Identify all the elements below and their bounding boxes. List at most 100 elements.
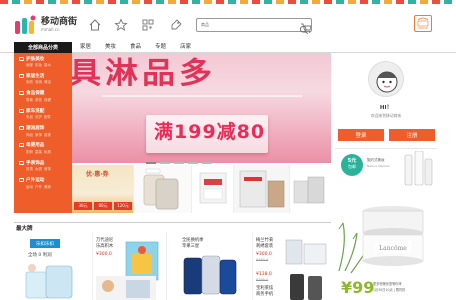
- home-icon[interactable]: [88, 17, 102, 31]
- product-tile[interactable]: 全民换机季 苹果三星: [182, 238, 238, 250]
- category-item[interactable]: 潮流居饰 饰品 家饰 香薰: [14, 123, 72, 140]
- category-icon: [19, 160, 24, 165]
- carousel-dots: [146, 162, 216, 164]
- top-stripe: [0, 0, 456, 4]
- cream-jar-image: Lancôme: [338, 206, 424, 274]
- phones-product-image: [183, 255, 237, 295]
- welcome-text: 欢迎来到移动商街: [370, 113, 402, 118]
- carousel-dot[interactable]: [160, 162, 170, 164]
- side-ad-price: ¥99: [341, 278, 375, 297]
- coupon-promo[interactable]: 优·惠·券 30元 80元 120元: [72, 165, 134, 213]
- category-icon: [19, 73, 24, 78]
- coupon-label: 包邮: [348, 164, 356, 169]
- coupon-promo-title: 优·惠·券: [86, 171, 109, 178]
- nav-tab-food[interactable]: 食品: [130, 43, 141, 52]
- towel-product-image: [199, 172, 227, 204]
- tile-title: 全民换机季 苹果三星: [182, 238, 204, 249]
- side-ad-subtitle: Nature Mention: [367, 164, 391, 168]
- tile-title: 宝利莱炫 商务手机: [256, 286, 274, 297]
- banner-headline: 具淋品多: [72, 55, 216, 91]
- kitchen-product-image: [25, 264, 73, 299]
- side-ad-note: 更多惊爆优惠等你来: [373, 282, 402, 286]
- carousel-dot[interactable]: [188, 162, 198, 164]
- hero-banner[interactable]: 具淋品多 满199减80: [72, 53, 331, 163]
- nav-tab-beauty[interactable]: 美妆: [105, 43, 116, 52]
- price-tag: ¥138.0 ¥399.0: [256, 270, 282, 282]
- category-item[interactable]: 母婴用品 奶粉 童装 玩具: [14, 140, 72, 157]
- business-phone-image: [290, 274, 322, 300]
- banner-band: [102, 95, 302, 97]
- carousel-dot[interactable]: [202, 162, 212, 164]
- nav-tabs: 家居 美妆 食品 专题 店家: [80, 43, 205, 52]
- product-tile[interactable]: 宝利莱炫 商务手机: [256, 286, 282, 298]
- tile-divider: [252, 232, 253, 300]
- category-item[interactable]: 手表饰品 男表 女表 首饰: [14, 157, 72, 174]
- register-button[interactable]: 注册: [389, 129, 435, 141]
- category-item[interactable]: 户外运动 运动 户外 健身: [14, 175, 72, 192]
- brand-promo-text: 全场 0 利润: [28, 253, 52, 258]
- category-icon: [19, 91, 24, 96]
- ishop-badge[interactable]: iSHOP: [414, 15, 432, 32]
- nav-tab-home[interactable]: 家居: [80, 43, 91, 52]
- tile-old-price: ¥399.0: [256, 278, 269, 282]
- boxes-product-image: [293, 176, 325, 204]
- carousel-dot[interactable]: [146, 162, 156, 164]
- phone-product-image: [143, 168, 179, 210]
- star-icon[interactable]: [114, 17, 128, 31]
- tile-price: ¥300.0: [256, 252, 272, 257]
- logo-name: 移动商街: [41, 17, 78, 27]
- side-product-ad[interactable]: Lancôme ¥99 更多惊爆优惠等你来 1月30日10点 | 限时抢: [331, 193, 441, 297]
- avatar[interactable]: [368, 61, 404, 97]
- coupon-card[interactable]: 80元: [94, 202, 112, 210]
- appliance-product-image: [239, 170, 285, 208]
- search-box[interactable]: 商品: [196, 18, 312, 35]
- category-item[interactable]: 家车洗配 车品 洗护 配件: [14, 105, 72, 122]
- category-item[interactable]: 护肤美妆 面部 彩妆 香水: [14, 53, 72, 70]
- greeting: HI！: [379, 105, 393, 111]
- category-icon: [19, 178, 24, 183]
- side-ad-date: 1月30日10点 | 限时抢: [373, 288, 406, 292]
- qrcode-icon[interactable]: [141, 17, 155, 31]
- panel-divider: [335, 148, 437, 149]
- coupon-card[interactable]: 120元: [114, 202, 132, 210]
- embroidery-product-image: [285, 239, 327, 265]
- towel-promo[interactable]: [192, 165, 234, 213]
- coupon-card[interactable]: 30元: [74, 202, 92, 210]
- free-shipping-coupon[interactable]: 5元 包邮: [341, 154, 363, 176]
- category-item[interactable]: 家居生活 家纺 收纳 清洁: [14, 70, 72, 87]
- login-button[interactable]: 登录: [338, 129, 384, 141]
- boxes-promo[interactable]: [290, 165, 331, 213]
- nav-tab-stores[interactable]: 店家: [180, 43, 191, 52]
- appliance-promo[interactable]: [234, 165, 290, 213]
- svg-text:Lancôme: Lancôme: [379, 245, 407, 252]
- category-sidebar: 护肤美妆 面部 彩妆 香水 家居生活 家纺 收纳 清洁 食品保健 零食 茶饮 保健 家车洗配…: [14, 53, 72, 213]
- product-tile[interactable]: 梅兰竹菊 刺绣套装 ¥300.0 ¥380.0: [256, 238, 282, 262]
- category-item[interactable]: 食品保健 零食 茶饮 保健: [14, 88, 72, 105]
- section-divider: [14, 222, 331, 223]
- all-categories-head[interactable]: 全部商品分类: [14, 42, 72, 53]
- banner-sale-text: 满199减80: [154, 121, 266, 143]
- cosmetic-bottles-image: [404, 151, 433, 186]
- carousel-dot[interactable]: [174, 162, 184, 164]
- phone-promo[interactable]: [134, 165, 192, 213]
- tile-price: ¥138.0: [256, 272, 272, 277]
- brand-tag[interactable]: 乐扣乐扣: [30, 239, 60, 248]
- tile-price: ¥300.0: [96, 252, 112, 257]
- tile-old-price: ¥380.0: [256, 258, 269, 262]
- tile-title: 梅兰竹菊 刺绣套装: [256, 238, 274, 249]
- search-scope-label[interactable]: 商品: [201, 22, 209, 28]
- category-icon: [19, 108, 24, 113]
- cart-icon[interactable]: [300, 19, 312, 33]
- category-icon: [19, 56, 24, 61]
- tile-divider: [92, 232, 93, 300]
- site-logo[interactable]: 移动商街 mmall.cn: [14, 12, 94, 38]
- ishop-badge-label: iSHOP: [418, 26, 428, 30]
- logo-mark-icon: [14, 15, 38, 35]
- section-title: 最大牌: [16, 226, 33, 232]
- tile-divider: [166, 232, 167, 300]
- lifestyle-image: [96, 276, 156, 300]
- tag-icon[interactable]: [169, 17, 183, 31]
- nav-tab-topics[interactable]: 专题: [155, 43, 166, 52]
- side-ad-title: 契约式美妆: [367, 158, 385, 162]
- product-tile[interactable]: 万代迪尼 乐高积木 ¥300.0: [96, 238, 122, 257]
